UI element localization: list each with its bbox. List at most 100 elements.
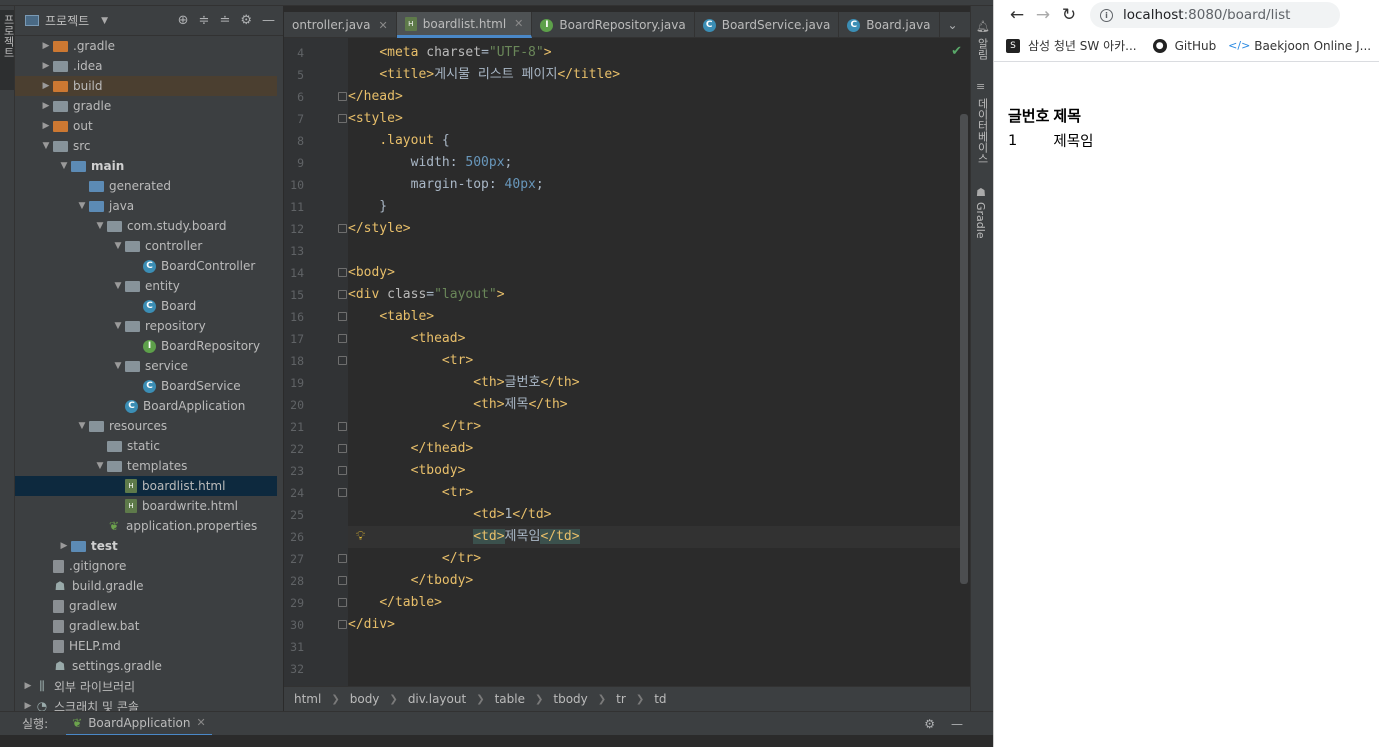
tree-item[interactable]: ▶CBoardService xyxy=(15,376,277,396)
close-icon[interactable]: ✕ xyxy=(514,17,523,30)
tree-item[interactable]: ▶gradlew.bat xyxy=(15,616,277,636)
close-icon[interactable]: ✕ xyxy=(379,19,388,32)
gear-icon[interactable]: ⚙ xyxy=(240,13,252,28)
fold-marker-icon[interactable] xyxy=(338,312,347,321)
chevron-right-icon[interactable]: ▶ xyxy=(39,61,53,71)
no-problems-check-icon[interactable]: ✔ xyxy=(951,44,962,59)
editor-scrollbar[interactable] xyxy=(960,114,968,584)
code-line[interactable]: <td>1</td> xyxy=(348,504,968,526)
code-line[interactable] xyxy=(348,240,968,262)
fold-marker-icon[interactable] xyxy=(338,92,347,101)
bookmark-github[interactable]: ● GitHub xyxy=(1152,38,1216,53)
tree-item[interactable]: ▶static xyxy=(15,436,277,456)
bookmark-baekjoon[interactable]: </> Baekjoon Online J... xyxy=(1228,39,1371,53)
tree-item[interactable]: ▼ service xyxy=(15,356,277,376)
chevron-down-icon[interactable]: ⌄ xyxy=(948,18,958,32)
fold-marker-icon[interactable] xyxy=(338,488,347,497)
chevron-right-icon[interactable]: ▶ xyxy=(39,41,53,51)
editor-tab[interactable]: C Board.java xyxy=(839,12,940,38)
chevron-right-icon[interactable]: ▶ xyxy=(39,81,53,91)
fold-marker-icon[interactable] xyxy=(338,114,347,123)
tree-item[interactable]: ▶Hboardwrite.html xyxy=(15,496,277,516)
code-line[interactable] xyxy=(348,658,968,680)
code-line[interactable]: <style> xyxy=(348,108,968,130)
collapse-all-icon[interactable]: ≐ xyxy=(219,13,230,28)
chevron-right-icon[interactable]: ▶ xyxy=(21,681,35,691)
fold-marker-icon[interactable] xyxy=(338,576,347,585)
code-line[interactable]: </tr> xyxy=(348,548,968,570)
run-tab-board-application[interactable]: ❦ BoardApplication ✕ xyxy=(66,712,212,736)
fold-marker-icon[interactable] xyxy=(338,554,347,563)
lightbulb-icon[interactable]: 💡︎ xyxy=(356,529,368,544)
tree-item[interactable]: ▼ resources xyxy=(15,416,277,436)
code-line[interactable]: .layout { xyxy=(348,130,968,152)
minimize-icon[interactable]: — xyxy=(262,13,275,28)
forward-arrow-icon[interactable]: → xyxy=(1030,5,1056,25)
breadcrumb-item[interactable]: div.layout xyxy=(408,692,466,706)
chevron-down-icon[interactable]: ▼ xyxy=(93,221,107,231)
bookmark-ssafy[interactable]: S 삼성 청년 SW 아카... xyxy=(1006,37,1137,54)
chevron-down-icon[interactable]: ▼ xyxy=(75,421,89,431)
code-line[interactable] xyxy=(348,636,968,658)
tree-item[interactable]: ▶HELP.md xyxy=(15,636,277,656)
fold-marker-icon[interactable] xyxy=(338,444,347,453)
tree-item[interactable]: ▶☗settings.gradle xyxy=(15,656,277,676)
locate-icon[interactable]: ⊕ xyxy=(178,13,189,28)
breadcrumb-item[interactable]: tr xyxy=(616,692,626,706)
tree-item[interactable]: ▼ java xyxy=(15,196,277,216)
code-line[interactable]: </tbody> xyxy=(348,570,968,592)
tree-item[interactable]: ▶ .idea xyxy=(15,56,277,76)
chevron-down-icon[interactable]: ▼ xyxy=(75,201,89,211)
code-line[interactable]: <thead> xyxy=(348,328,968,350)
project-panel-title[interactable]: 프로젝트 xyxy=(45,12,89,29)
code-line[interactable]: } xyxy=(348,196,968,218)
editor-tab[interactable]: ontroller.java ✕ xyxy=(284,12,397,38)
gradle-tool-tab[interactable]: Gradle xyxy=(974,202,987,239)
chevron-down-icon[interactable]: ▼ xyxy=(111,241,125,251)
tree-item[interactable]: ▶☗build.gradle xyxy=(15,576,277,596)
tree-item[interactable]: ▼ repository xyxy=(15,316,277,336)
gear-icon[interactable]: ⚙ xyxy=(924,717,935,731)
chevron-down-icon[interactable]: ▼ xyxy=(101,16,108,26)
tree-item[interactable]: ▼ src xyxy=(15,136,277,156)
code-line[interactable]: <tr> xyxy=(348,350,968,372)
code-line[interactable]: <tr> xyxy=(348,482,968,504)
fold-marker-icon[interactable] xyxy=(338,334,347,343)
code-line[interactable]: <meta charset="UTF-8"> xyxy=(348,42,968,64)
project-tool-tab[interactable]: 프로젝트 xyxy=(0,10,15,90)
editor-tab[interactable]: Hboardlist.html ✕ xyxy=(396,12,533,38)
tree-item[interactable]: ▼ templates xyxy=(15,456,277,476)
code-line[interactable]: <div class="layout"> xyxy=(348,284,968,306)
code-line[interactable]: <td>제목임</td> xyxy=(348,526,968,548)
tree-item[interactable]: ▶gradlew xyxy=(15,596,277,616)
code-line[interactable]: width: 500px; xyxy=(348,152,968,174)
chevron-down-icon[interactable]: ▼ xyxy=(93,461,107,471)
code-line[interactable]: <body> xyxy=(348,262,968,284)
code-line[interactable]: </tr> xyxy=(348,416,968,438)
breadcrumb-item[interactable]: td xyxy=(654,692,666,706)
breadcrumb-item[interactable]: html xyxy=(294,692,321,706)
code-line[interactable]: <table> xyxy=(348,306,968,328)
tree-item[interactable]: ▶generated xyxy=(15,176,277,196)
minimize-icon[interactable]: — xyxy=(951,717,963,731)
tree-item[interactable]: ▶.gitignore xyxy=(15,556,277,576)
tree-item[interactable]: ▶ test xyxy=(15,536,277,556)
tree-item[interactable]: ▶CBoardApplication xyxy=(15,396,277,416)
code-line[interactable]: </head> xyxy=(348,86,968,108)
chevron-down-icon[interactable]: ▼ xyxy=(111,281,125,291)
tree-item[interactable]: ▶ out xyxy=(15,116,277,136)
chevron-down-icon[interactable]: ▼ xyxy=(111,361,125,371)
tree-item[interactable]: ▶IBoardRepository xyxy=(15,336,277,356)
code-line[interactable]: <th>글번호</th> xyxy=(348,372,968,394)
code-area[interactable]: <meta charset="UTF-8"> <title>게시물 리스트 페이… xyxy=(348,38,968,686)
breadcrumb-item[interactable]: table xyxy=(495,692,525,706)
back-arrow-icon[interactable]: ← xyxy=(1004,5,1030,25)
tree-item[interactable]: ▼ main xyxy=(15,156,277,176)
info-icon[interactable]: i xyxy=(1100,8,1113,22)
expand-all-icon[interactable]: ≑ xyxy=(199,13,210,28)
breadcrumb-item[interactable]: body xyxy=(350,692,380,706)
breadcrumb-item[interactable]: tbody xyxy=(553,692,587,706)
tree-item[interactable]: ▶ gradle xyxy=(15,96,277,116)
tree-item[interactable]: ▶CBoard xyxy=(15,296,277,316)
code-line[interactable]: <tbody> xyxy=(348,460,968,482)
